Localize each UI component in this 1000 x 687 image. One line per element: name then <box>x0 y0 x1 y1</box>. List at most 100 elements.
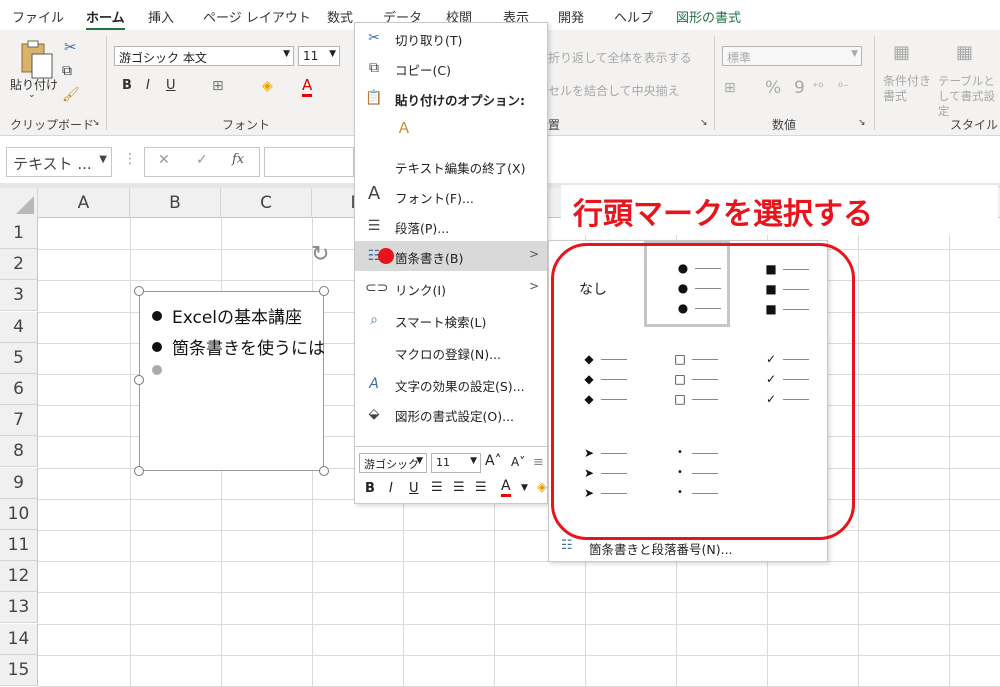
resize-handle[interactable] <box>319 286 329 296</box>
align-center-icon[interactable]: ☰ <box>453 480 465 495</box>
cut-icon[interactable]: ✂ <box>64 38 77 56</box>
align-left-icon[interactable]: ☰ <box>431 480 443 495</box>
decimal-increase-icon[interactable]: ⁺⁰ <box>812 80 823 94</box>
menu-item-link[interactable]: ⊂⊃ リンク(I) > <box>355 273 547 303</box>
bold-button[interactable]: B <box>122 78 132 93</box>
paste-keep-text-option[interactable]: Ａ <box>355 111 547 151</box>
select-all-corner[interactable] <box>0 188 38 218</box>
font-size-select[interactable]: 11 ▼ <box>298 46 340 66</box>
row-header-5[interactable]: 5 <box>0 342 38 374</box>
tab-page-layout[interactable]: ページ レイアウト <box>203 7 311 26</box>
grow-font-icon[interactable]: A˄ <box>485 453 502 469</box>
number-format-select[interactable]: 標準 ▼ <box>722 46 862 66</box>
menu-item-font[interactable]: A フォント(F)... <box>355 181 547 211</box>
menu-item-text-effects[interactable]: A 文字の効果の設定(S)... <box>355 369 547 399</box>
tab-insert[interactable]: 挿入 <box>148 7 174 26</box>
format-painter-icon[interactable]: 🖌 <box>62 87 80 103</box>
column-header-c[interactable]: C <box>221 188 312 218</box>
mini-font-select[interactable]: 游ゴシック ▼ <box>359 453 427 473</box>
borders-icon[interactable]: ⊞ <box>212 78 224 94</box>
fill-color-icon[interactable]: ◈ <box>262 78 273 94</box>
row-header-6[interactable]: 6 <box>0 374 38 405</box>
cancel-button[interactable]: ✕ <box>158 152 170 168</box>
tab-shape-format[interactable]: 図形の書式 <box>676 7 741 26</box>
font-name-select[interactable]: 游ゴシック 本文 ▼ <box>114 46 294 66</box>
resize-handle[interactable] <box>134 466 144 476</box>
chevron-right-icon: > <box>528 279 539 293</box>
row-header-15[interactable]: 15 <box>0 654 38 686</box>
menu-item-label: 切り取り(T) <box>395 33 463 48</box>
font-color-icon[interactable]: A <box>302 76 313 97</box>
formula-input[interactable] <box>264 147 354 177</box>
row-header-12[interactable]: 12 <box>0 561 38 593</box>
column-header-a[interactable]: A <box>38 188 130 218</box>
tab-help[interactable]: ヘルプ <box>614 7 653 26</box>
copy-icon[interactable]: ⧉ <box>62 63 72 79</box>
row-header-7[interactable]: 7 <box>0 405 38 437</box>
paste-dropdown-icon[interactable]: ⌄ <box>28 90 36 100</box>
bullet-text: Excelの基本講座 <box>172 308 303 328</box>
row-header-10[interactable]: 10 <box>0 498 38 530</box>
row-header-3[interactable]: 3 <box>0 280 38 312</box>
menu-item-cut[interactable]: ✂ 切り取り(T) <box>355 23 547 53</box>
bullet-item-empty <box>152 362 172 382</box>
mini-bold-button[interactable]: B <box>365 481 375 496</box>
resize-handle[interactable] <box>319 466 329 476</box>
grip-icon: ⋮ <box>123 151 137 167</box>
row-header-9[interactable]: 9 <box>0 467 38 499</box>
table-format-button[interactable]: テーブルとして書式設定 <box>938 74 998 119</box>
menu-item-smart-lookup[interactable]: ⌕ スマート検索(L) <box>355 305 547 335</box>
shape-fill-icon[interactable]: ◈ <box>537 480 547 495</box>
italic-button[interactable]: I <box>146 78 150 93</box>
paragraph-icon: ☰ <box>367 218 381 234</box>
name-box[interactable]: テキスト ... ▼ <box>6 147 112 177</box>
row-header-14[interactable]: 14 <box>0 623 38 655</box>
column-header-b[interactable]: B <box>130 188 221 218</box>
menu-item-format-shape[interactable]: ⬙ 図形の書式設定(O)... <box>355 399 547 429</box>
shrink-font-icon[interactable]: A˅ <box>511 455 525 469</box>
resize-handle[interactable] <box>134 375 144 385</box>
tab-home[interactable]: ホーム <box>86 7 125 31</box>
number-launcher-icon[interactable]: ↘ <box>858 118 866 128</box>
chevron-down-icon: ▼ <box>470 456 477 466</box>
merge-center-button[interactable]: セルを結合して中央揃え <box>548 82 680 99</box>
row-header-13[interactable]: 13 <box>0 592 38 624</box>
menu-item-assign-macro[interactable]: マクロの登録(N)... <box>355 337 547 367</box>
resize-handle[interactable] <box>134 286 144 296</box>
mini-size-select[interactable]: 11 ▼ <box>431 453 481 473</box>
rotate-handle-icon[interactable]: ↻ <box>311 242 329 267</box>
tab-file[interactable]: ファイル <box>12 7 64 26</box>
alignment-launcher-icon[interactable]: ↘ <box>700 118 708 128</box>
comma-button[interactable]: 9 <box>794 78 805 98</box>
menu-item-paragraph[interactable]: ☰ 段落(P)... <box>355 211 547 241</box>
table-format-icon[interactable]: ▦ <box>956 42 973 63</box>
menu-item-copy[interactable]: ⧉ コピー(C) <box>355 53 547 83</box>
insert-function-button[interactable]: fx <box>232 152 244 167</box>
mini-underline-button[interactable]: U <box>409 481 419 496</box>
currency-icon[interactable]: ⊞ <box>724 80 736 96</box>
paste-icon[interactable] <box>14 40 58 80</box>
scissors-icon: ✂ <box>368 30 380 46</box>
tab-developer[interactable]: 開発 <box>558 7 584 26</box>
enter-button[interactable]: ✓ <box>196 152 208 168</box>
clipboard-launcher-icon[interactable]: ↘ <box>92 118 100 128</box>
row-header-2[interactable]: 2 <box>0 249 38 281</box>
mini-italic-button[interactable]: I <box>389 481 393 496</box>
decimal-decrease-icon[interactable]: ⁰⁻ <box>838 80 849 94</box>
conditional-format-icon[interactable]: ▦ <box>893 42 910 63</box>
row-header-4[interactable]: 4 <box>0 311 38 343</box>
percent-button[interactable]: % <box>765 78 781 98</box>
chevron-down-icon[interactable]: ▼ <box>521 483 528 493</box>
row-header-11[interactable]: 11 <box>0 530 38 561</box>
menu-item-label: 文字の効果の設定(S)... <box>395 379 525 394</box>
row-header-1[interactable]: 1 <box>0 218 38 249</box>
mini-font-color-button[interactable]: A <box>501 478 511 497</box>
underline-button[interactable]: U <box>166 78 176 93</box>
conditional-format-button[interactable]: 条件付き書式 <box>883 74 931 104</box>
row-header-8[interactable]: 8 <box>0 436 38 468</box>
tab-formulas[interactable]: 数式 <box>327 7 353 26</box>
align-right-icon[interactable]: ☰ <box>475 480 487 495</box>
clear-format-icon[interactable]: ≡ <box>533 455 544 470</box>
wrap-text-button[interactable]: 折り返して全体を表示する <box>548 49 692 66</box>
menu-item-exit-text-edit[interactable]: テキスト編集の終了(X) <box>355 151 547 181</box>
